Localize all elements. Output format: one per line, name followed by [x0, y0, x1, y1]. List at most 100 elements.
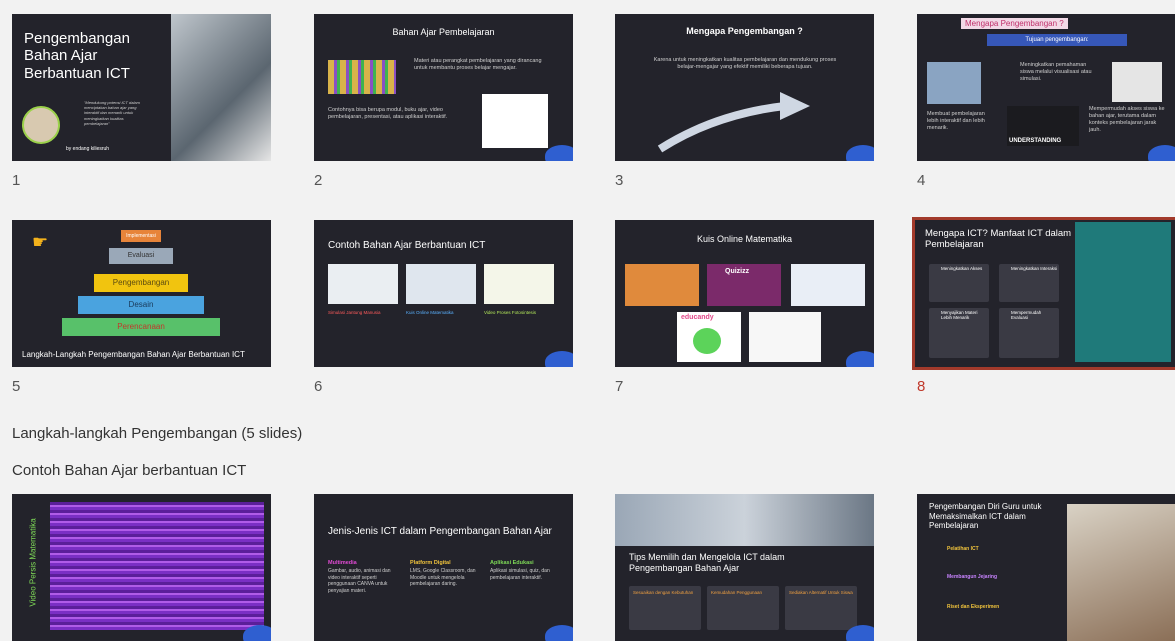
slide-subtitle: Tujuan pengembangan:	[987, 34, 1127, 46]
benefit-card: Meningkatkan Interaksi	[999, 264, 1059, 302]
pyramid-level: Implementasi	[121, 230, 161, 242]
tip-card: Sediakan Alternatif Untuk Siswa	[785, 586, 857, 630]
slide-title: Kuis Online Matematika	[696, 234, 793, 244]
phone-image	[482, 94, 548, 148]
pyramid-level: Pengembangan	[94, 274, 188, 292]
slide-thumb-4[interactable]: Mengapa Pengembangan ? Tujuan pengembang…	[917, 14, 1175, 161]
video-frame	[50, 502, 264, 630]
kids-image	[927, 62, 981, 104]
benefit-card: Meningkatkan Akses	[929, 264, 989, 302]
slide-number: 2	[314, 172, 323, 189]
quizizz-label: Quizizz	[725, 268, 750, 275]
slide-title: Mengapa Pengembangan ?	[686, 26, 803, 36]
decor-blob	[545, 145, 573, 161]
pyramid-level: Evaluasi	[109, 248, 173, 264]
slide-caption: Langkah-Langkah Pengembangan Bahan Ajar …	[22, 350, 245, 359]
slide-point: Membuat pembelajaran lebih interaktif da…	[927, 111, 985, 132]
slide-point: Meningkatkan pemahaman siswa melalui vis…	[1020, 62, 1092, 83]
tip-title: Kemudahan Penggunaan	[711, 590, 763, 595]
slide-title: Tips Memilih dan Mengelola ICT dalam Pen…	[629, 552, 785, 573]
benefit-card: Mempermudah Evaluasi	[999, 308, 1059, 358]
pyramid-level: Perencanaan	[62, 318, 220, 336]
tip-card: Sesuaikan dengan Kebutuhan	[629, 586, 701, 630]
slide-title: Pengembangan Diri Guru untuk Memaksimalk…	[929, 502, 1042, 531]
decor-blob	[846, 145, 874, 161]
slide-thumb-7[interactable]: Kuis Online Matematika Quizizz educandy	[615, 220, 874, 367]
tip-title: Sesuaikan dengan Kebutuhan	[633, 590, 694, 595]
understanding-label: UNDERSTANDING	[1009, 138, 1062, 144]
slide-point: Mempermudah akses siswa ke bahan ajar, t…	[1089, 106, 1165, 134]
section-header[interactable]: Langkah-langkah Pengembangan (5 slides)	[12, 425, 302, 442]
quiz-form-image	[791, 264, 865, 306]
slide-quote: "Mendukung potensi ICT dalam menciptakan…	[84, 100, 140, 126]
column-text: Aplikasi simulasi, quiz, dan pembelajara…	[490, 568, 550, 581]
slide-number: 1	[12, 172, 21, 189]
column-text: Gambar, audio, animasi dan video interak…	[328, 568, 391, 594]
card-title: Simulasi Jantung Manusia	[328, 310, 381, 315]
slide-thumb-6[interactable]: Contoh Bahan Ajar Berbantuan ICT Simulas…	[314, 220, 573, 367]
column-heading: Platform Digital	[410, 560, 451, 566]
slide-number: 8	[917, 378, 926, 395]
slide-title: Jenis-Jenis ICT dalam Pengembangan Bahan…	[328, 526, 552, 537]
decor-blob	[243, 625, 271, 641]
kahoot-image	[625, 264, 699, 306]
slide-thumb-8-selected[interactable]: Mengapa ICT? Manfaat ICT dalam Pembelaja…	[912, 217, 1175, 370]
slide-thumb-1[interactable]: Pengembangan Bahan Ajar Berbantuan ICT "…	[12, 14, 271, 161]
decor-blob	[846, 625, 874, 641]
benefit-label: Mempermudah Evaluasi	[1011, 310, 1042, 320]
slide-thumb-9[interactable]: Video Persis Matematika	[12, 494, 271, 641]
pyramid-level: Desain	[78, 296, 204, 314]
dev-item: Pelatihan ICT	[947, 546, 979, 552]
slide-number: 3	[615, 172, 624, 189]
quiz-image	[406, 264, 476, 304]
form-image	[749, 312, 821, 362]
pointing-hand-icon: ☛	[32, 232, 49, 252]
benefit-label: Menyajikan Materi Lebih Menarik	[941, 310, 978, 320]
slide-title: Mengapa ICT? Manfaat ICT dalam Pembelaja…	[925, 228, 1072, 251]
tip-card: Kemudahan Penggunaan	[707, 586, 779, 630]
benefit-label: Meningkatkan Interaksi	[1011, 266, 1058, 271]
laptop-image	[615, 494, 874, 546]
dev-item: Riset dan Eksperimen	[947, 604, 1000, 610]
slide-body: Contohnya bisa berupa modul, buku ajar, …	[328, 107, 448, 121]
slide-title: Bahan Ajar Pembelajaran	[392, 27, 495, 37]
classroom-image	[1067, 504, 1175, 641]
educandy-mascot	[693, 328, 721, 354]
decor-blob	[545, 625, 573, 641]
slide-title: Contoh Bahan Ajar Berbantuan ICT	[328, 240, 486, 251]
vertical-title: Video Persis Matematika	[28, 518, 38, 607]
text-image	[328, 60, 396, 94]
slide-title: Mengapa Pengembangan ?	[961, 18, 1068, 29]
slide-thumb-12[interactable]: Pengembangan Diri Guru untuk Memaksimalk…	[917, 494, 1175, 641]
decor-blob	[846, 351, 874, 367]
slide-number: 6	[314, 378, 323, 395]
slide-body: Karena untuk meningkatkan kualitas pembe…	[653, 57, 837, 71]
slide-thumb-10[interactable]: Jenis-Jenis ICT dalam Pengembangan Bahan…	[314, 494, 573, 641]
slide-body: Materi atau perangkat pembelajaran yang …	[414, 58, 542, 72]
slide-number: 7	[615, 378, 624, 395]
book-image	[171, 14, 271, 161]
slide-number: 4	[917, 172, 926, 189]
avatar	[22, 106, 60, 144]
dev-item: Membangun Jejaring	[947, 574, 998, 580]
slide-thumb-2[interactable]: Bahan Ajar Pembelajaran Materi atau pera…	[314, 14, 573, 161]
card-title: Kuis Online Matematika	[406, 310, 454, 315]
benefit-card: Menyajikan Materi Lebih Menarik	[929, 308, 989, 358]
slide-thumb-11[interactable]: Tips Memilih dan Mengelola ICT dalam Pen…	[615, 494, 874, 641]
plant-image	[484, 264, 554, 304]
column-heading: Multimedia	[328, 560, 357, 566]
arrow-graphic	[657, 92, 810, 153]
slide-author: by endang kiliesruh	[66, 146, 110, 152]
column-text: LMS, Google Classroom, dan Moodle untuk …	[410, 568, 476, 587]
slide-number: 5	[12, 378, 21, 395]
slide-title: Pengembangan Bahan Ajar Berbantuan ICT	[24, 30, 130, 82]
heart-image	[328, 264, 398, 304]
ict-illustration	[1075, 222, 1171, 362]
slide-thumb-5[interactable]: ☛ Implementasi Evaluasi Pengembangan Des…	[12, 220, 271, 367]
slide-thumb-3[interactable]: Mengapa Pengembangan ? Karena untuk meni…	[615, 14, 874, 161]
decor-blob	[545, 351, 573, 367]
column-heading: Aplikasi Edukasi	[490, 560, 534, 566]
benefit-label: Meningkatkan Akses	[941, 266, 983, 271]
section-header[interactable]: Contoh Bahan Ajar berbantuan ICT	[12, 462, 246, 479]
sign-image	[1112, 62, 1162, 102]
